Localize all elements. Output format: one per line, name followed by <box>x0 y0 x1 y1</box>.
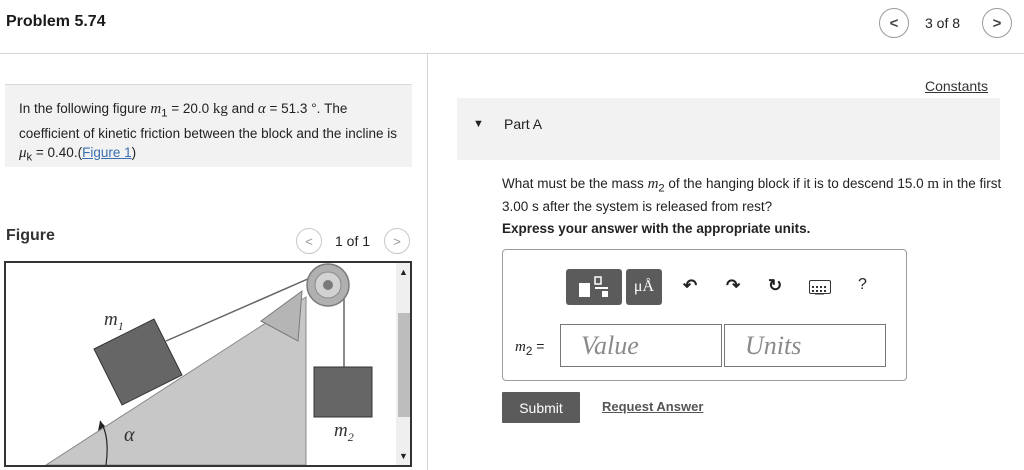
value-input[interactable]: Value <box>560 324 722 367</box>
panel-divider <box>427 54 428 470</box>
scroll-up-icon[interactable]: ▲ <box>399 267 408 277</box>
constants-link[interactable]: Constants <box>925 78 988 94</box>
figure-next-button[interactable]: > <box>384 228 410 254</box>
chevron-right-icon: > <box>393 233 401 249</box>
figure-prev-button[interactable]: < <box>296 228 322 254</box>
block-m2 <box>313 366 373 418</box>
previous-problem-button[interactable]: < <box>879 8 909 38</box>
figure-counter: 1 of 1 <box>335 233 371 249</box>
part-a-header[interactable]: ▼ Part A <box>457 98 1000 160</box>
incline-pulley-diagram: m1 α m2 <box>45 263 373 465</box>
problem-title: Problem 5.74 <box>6 13 106 30</box>
redo-icon[interactable]: ↷ <box>726 276 740 296</box>
help-icon[interactable]: ? <box>858 276 867 294</box>
label-m2: m2 <box>334 420 354 444</box>
submit-button[interactable]: Submit <box>502 392 580 423</box>
templates-icon <box>579 276 608 297</box>
undo-icon[interactable]: ↶ <box>683 276 697 296</box>
chevron-left-icon: < <box>305 233 313 249</box>
caret-down-icon[interactable]: ▼ <box>473 118 484 130</box>
problem-counter: 3 of 8 <box>925 15 961 31</box>
label-m1: m1 <box>104 309 124 333</box>
top-bar: Problem 5.74 < 3 of 8 > <box>0 0 1024 54</box>
figure-scrollbar[interactable]: ▲ ▼ <box>396 263 410 465</box>
figure-viewer: m1 α m2 ▲ ▼ <box>4 261 412 467</box>
figure-link[interactable]: Figure 1 <box>82 145 132 160</box>
figure-heading: Figure <box>6 227 55 244</box>
keyboard-icon[interactable] <box>809 280 831 295</box>
chevron-right-icon: > <box>992 14 1002 32</box>
templates-button[interactable] <box>566 269 622 305</box>
answer-variable-label: m2 = <box>515 338 545 358</box>
part-title: Part A <box>504 116 543 132</box>
next-problem-button[interactable]: > <box>982 8 1012 38</box>
chevron-left-icon: < <box>889 14 899 32</box>
scroll-thumb[interactable] <box>398 313 410 417</box>
instruction-text: Express your answer with the appropriate… <box>502 221 811 236</box>
units-button[interactable]: μÅ <box>626 269 662 305</box>
question-text: What must be the mass m2 of the hanging … <box>502 176 1002 214</box>
units-icon: μÅ <box>633 278 655 295</box>
problem-statement: In the following figure m1 = 20.0 kg and… <box>5 84 412 167</box>
units-input[interactable]: Units <box>724 324 886 367</box>
label-alpha: α <box>124 424 135 446</box>
scroll-down-icon[interactable]: ▼ <box>399 451 408 461</box>
reset-icon[interactable]: ↻ <box>768 276 782 296</box>
request-answer-link[interactable]: Request Answer <box>602 399 703 414</box>
